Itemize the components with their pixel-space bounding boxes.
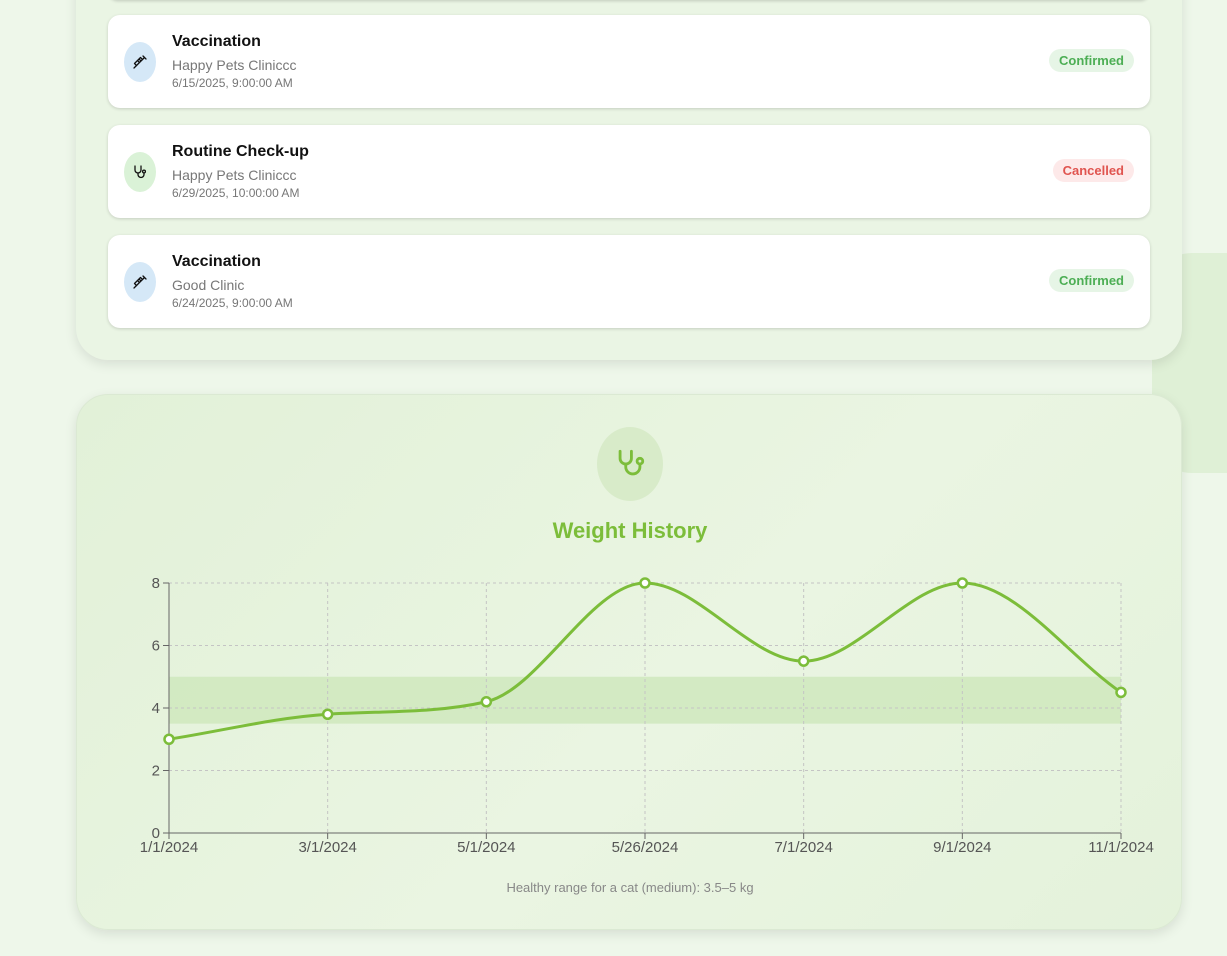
x-tick-label: 11/1/2024 [1088, 839, 1154, 856]
x-tick-label: 9/1/2024 [933, 839, 991, 856]
data-point [797, 655, 810, 667]
x-tick-label: 1/1/2024 [140, 839, 198, 856]
weight-history-panel: Weight History 0 2 4 6 8 1/1/2024 3/1/2024 5/1/… [76, 394, 1182, 930]
appointment-clinic: Good Clinic [172, 277, 245, 293]
appointment-card[interactable]: Vaccination Happy Pets Cliniccc 6/15/202… [108, 15, 1150, 108]
appointment-date: 6/15/2025, 9:00:00 AM [172, 76, 293, 90]
data-point [1115, 686, 1127, 699]
y-tick-label: 2 [152, 763, 160, 780]
appointment-clinic: Happy Pets Cliniccc [172, 57, 297, 73]
appointment-card[interactable]: Vaccination Good Clinic 6/24/2025, 9:00:… [108, 235, 1150, 328]
appointment-clinic: Happy Pets Cliniccc [172, 167, 297, 183]
appointment-type: Routine Check-up [172, 143, 309, 160]
appointment-type: Vaccination [172, 253, 261, 270]
data-point [321, 708, 334, 720]
appointment-date: 6/29/2025, 10:00:00 AM [172, 186, 300, 200]
y-tick-label: 8 [152, 575, 160, 592]
x-tick-label: 5/26/2024 [612, 839, 679, 856]
appointment-date: 6/24/2025, 9:00:00 AM [172, 296, 293, 310]
x-tick-label: 5/1/2024 [457, 839, 515, 856]
status-badge: Confirmed [1049, 269, 1134, 292]
data-point [956, 577, 969, 589]
appointment-card[interactable]: Routine Check-up Happy Pets Cliniccc 6/2… [108, 125, 1150, 218]
x-tick-label: 7/1/2024 [774, 839, 832, 856]
stethoscope-icon [124, 152, 156, 192]
x-tick-label: 3/1/2024 [298, 839, 356, 856]
data-point [480, 696, 493, 708]
data-point [639, 577, 651, 589]
y-tick-label: 4 [152, 700, 160, 717]
data-point [163, 733, 175, 745]
appointment-type: Vaccination [172, 33, 261, 50]
weight-chart: 024681/1/2024 3/1/2024 5/1/2024 5/26/2024 7/… [140, 575, 1154, 856]
syringe-icon [124, 42, 156, 82]
syringe-icon [124, 262, 156, 302]
status-badge: Confirmed [1049, 49, 1134, 72]
y-tick-label: 6 [152, 638, 160, 655]
healthy-range-caption: Healthy range for a cat (medium): 3.5–5 … [506, 880, 754, 895]
status-badge: Cancelled [1052, 159, 1134, 182]
